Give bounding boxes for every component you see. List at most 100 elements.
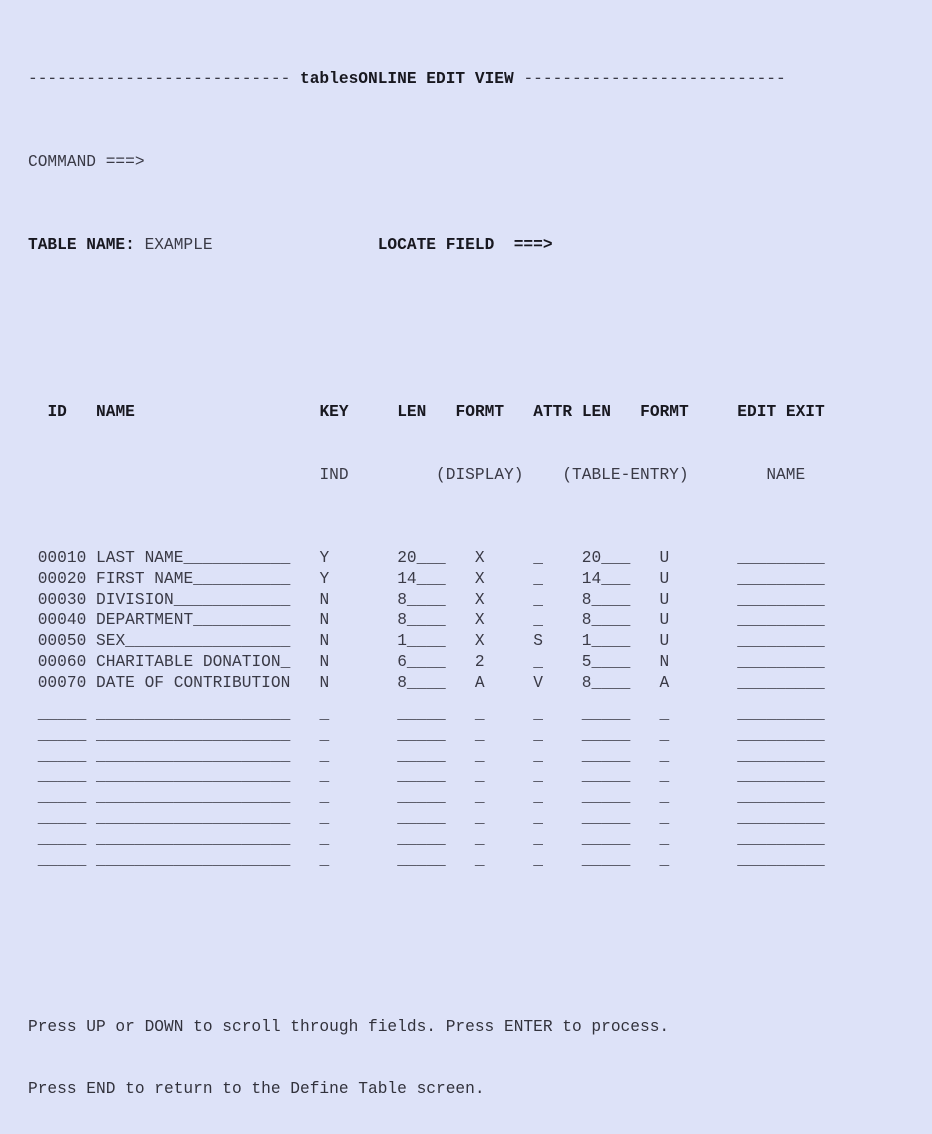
cell-attr[interactable]: _ — [533, 570, 543, 588]
cell-len-entry[interactable]: 14___ — [582, 570, 631, 588]
cell-name[interactable]: FIRST NAME__________ — [96, 570, 290, 588]
cell-len-entry[interactable]: 20___ — [582, 549, 631, 567]
cell-id[interactable]: 00060 — [38, 653, 87, 671]
cell-key-ind[interactable]: _ — [319, 809, 329, 827]
table-row[interactable]: 00060 CHARITABLE DONATION_ N 6____ 2 _ 5… — [0, 652, 932, 673]
cell-formt-entry[interactable]: _ — [660, 705, 670, 723]
cell-len-entry[interactable]: _____ — [582, 726, 631, 744]
table-row[interactable]: _____ ____________________ _ _____ _ _ _… — [0, 725, 932, 746]
table-row[interactable]: 00070 DATE OF CONTRIBUTION N 8____ A V 8… — [0, 673, 932, 694]
cell-formt-entry[interactable]: _ — [660, 747, 670, 765]
table-row[interactable]: _____ ____________________ _ _____ _ _ _… — [0, 829, 932, 850]
cell-id[interactable]: _____ — [38, 851, 87, 869]
cell-attr[interactable]: _ — [533, 767, 543, 785]
cell-id[interactable]: 00020 — [38, 570, 87, 588]
cell-formt-entry[interactable]: U — [660, 632, 670, 650]
cell-formt-entry[interactable]: _ — [660, 809, 670, 827]
cell-len-display[interactable]: _____ — [397, 788, 446, 806]
table-row[interactable]: 00050 SEX_________________ N 1____ X S 1… — [0, 631, 932, 652]
cell-key-ind[interactable]: _ — [319, 747, 329, 765]
table-row[interactable]: _____ ____________________ _ _____ _ _ _… — [0, 850, 932, 871]
cell-len-entry[interactable]: _____ — [582, 809, 631, 827]
cell-attr[interactable]: _ — [533, 809, 543, 827]
cell-attr[interactable]: _ — [533, 788, 543, 806]
cell-len-display[interactable]: 8____ — [397, 591, 446, 609]
cell-len-display[interactable]: _____ — [397, 767, 446, 785]
cell-name[interactable]: ____________________ — [96, 747, 290, 765]
cell-len-display[interactable]: _____ — [397, 851, 446, 869]
cell-id[interactable]: _____ — [38, 747, 87, 765]
cell-formt-entry[interactable]: _ — [660, 726, 670, 744]
table-row[interactable]: 00020 FIRST NAME__________ Y 14___ X _ 1… — [0, 569, 932, 590]
cell-name[interactable]: LAST NAME___________ — [96, 549, 290, 567]
cell-name[interactable]: ____________________ — [96, 767, 290, 785]
cell-id[interactable]: _____ — [38, 809, 87, 827]
cell-key-ind[interactable]: _ — [319, 830, 329, 848]
cell-key-ind[interactable]: Y — [319, 549, 329, 567]
cell-edit-exit-name[interactable]: _________ — [737, 788, 824, 806]
cell-id[interactable]: 00050 — [38, 632, 87, 650]
cell-attr[interactable]: _ — [533, 830, 543, 848]
cell-formt-entry[interactable]: N — [660, 653, 670, 671]
cell-formt-entry[interactable]: U — [660, 591, 670, 609]
cell-key-ind[interactable]: _ — [319, 705, 329, 723]
cell-key-ind[interactable]: Y — [319, 570, 329, 588]
cell-len-display[interactable]: _____ — [397, 830, 446, 848]
cell-id[interactable]: 00070 — [38, 674, 87, 692]
cell-len-display[interactable]: 8____ — [397, 674, 446, 692]
cell-edit-exit-name[interactable]: _________ — [737, 570, 824, 588]
cell-attr[interactable]: _ — [533, 653, 543, 671]
table-row[interactable]: 00010 LAST NAME___________ Y 20___ X _ 2… — [0, 548, 932, 569]
cell-formt-entry[interactable]: A — [660, 674, 670, 692]
cell-name[interactable]: ____________________ — [96, 705, 290, 723]
cell-len-entry[interactable]: 8____ — [582, 591, 631, 609]
cell-formt-entry[interactable]: _ — [660, 788, 670, 806]
cell-attr[interactable]: _ — [533, 726, 543, 744]
table-row[interactable]: 00030 DIVISION____________ N 8____ X _ 8… — [0, 590, 932, 611]
cell-len-entry[interactable]: _____ — [582, 851, 631, 869]
cell-formt-entry[interactable]: _ — [660, 851, 670, 869]
table-row[interactable]: _____ ____________________ _ _____ _ _ _… — [0, 746, 932, 767]
cell-name[interactable]: ____________________ — [96, 851, 290, 869]
cell-len-entry[interactable]: _____ — [582, 747, 631, 765]
cell-len-entry[interactable]: 5____ — [582, 653, 631, 671]
cell-key-ind[interactable]: _ — [319, 788, 329, 806]
table-row[interactable]: _____ ____________________ _ _____ _ _ _… — [0, 787, 932, 808]
cell-name[interactable]: ____________________ — [96, 788, 290, 806]
cell-len-display[interactable]: _____ — [397, 705, 446, 723]
command-line[interactable]: COMMAND ===> — [0, 152, 932, 173]
cell-formt-entry[interactable]: U — [660, 570, 670, 588]
cell-len-display[interactable]: 8____ — [397, 611, 446, 629]
cell-formt-entry[interactable]: _ — [660, 830, 670, 848]
cell-name[interactable]: DEPARTMENT__________ — [96, 611, 290, 629]
cell-len-display[interactable]: 14___ — [397, 570, 446, 588]
cell-name[interactable]: DIVISION____________ — [96, 591, 290, 609]
cell-key-ind[interactable]: _ — [319, 851, 329, 869]
cell-formt-display[interactable]: _ — [475, 747, 485, 765]
cell-edit-exit-name[interactable]: _________ — [737, 653, 824, 671]
cell-len-display[interactable]: 20___ — [397, 549, 446, 567]
cell-id[interactable]: 00040 — [38, 611, 87, 629]
cell-formt-display[interactable]: A — [475, 674, 485, 692]
cell-edit-exit-name[interactable]: _________ — [737, 611, 824, 629]
cell-id[interactable]: _____ — [38, 830, 87, 848]
cell-len-display[interactable]: 6____ — [397, 653, 446, 671]
cell-name[interactable]: CHARITABLE DONATION_ — [96, 653, 290, 671]
cell-formt-display[interactable]: _ — [475, 767, 485, 785]
cell-edit-exit-name[interactable]: _________ — [737, 851, 824, 869]
cell-len-entry[interactable]: _____ — [582, 705, 631, 723]
cell-formt-display[interactable]: _ — [475, 851, 485, 869]
cell-attr[interactable]: _ — [533, 591, 543, 609]
cell-edit-exit-name[interactable]: _________ — [737, 809, 824, 827]
cell-len-display[interactable]: 1____ — [397, 632, 446, 650]
cell-formt-entry[interactable]: _ — [660, 767, 670, 785]
cell-attr[interactable]: _ — [533, 549, 543, 567]
cell-name[interactable]: ____________________ — [96, 830, 290, 848]
cell-formt-display[interactable]: _ — [475, 809, 485, 827]
cell-edit-exit-name[interactable]: _________ — [737, 726, 824, 744]
cell-formt-display[interactable]: 2 — [475, 653, 485, 671]
cell-key-ind[interactable]: N — [319, 591, 329, 609]
cell-len-display[interactable]: _____ — [397, 809, 446, 827]
table-row[interactable]: _____ ____________________ _ _____ _ _ _… — [0, 766, 932, 787]
cell-formt-display[interactable]: X — [475, 632, 485, 650]
